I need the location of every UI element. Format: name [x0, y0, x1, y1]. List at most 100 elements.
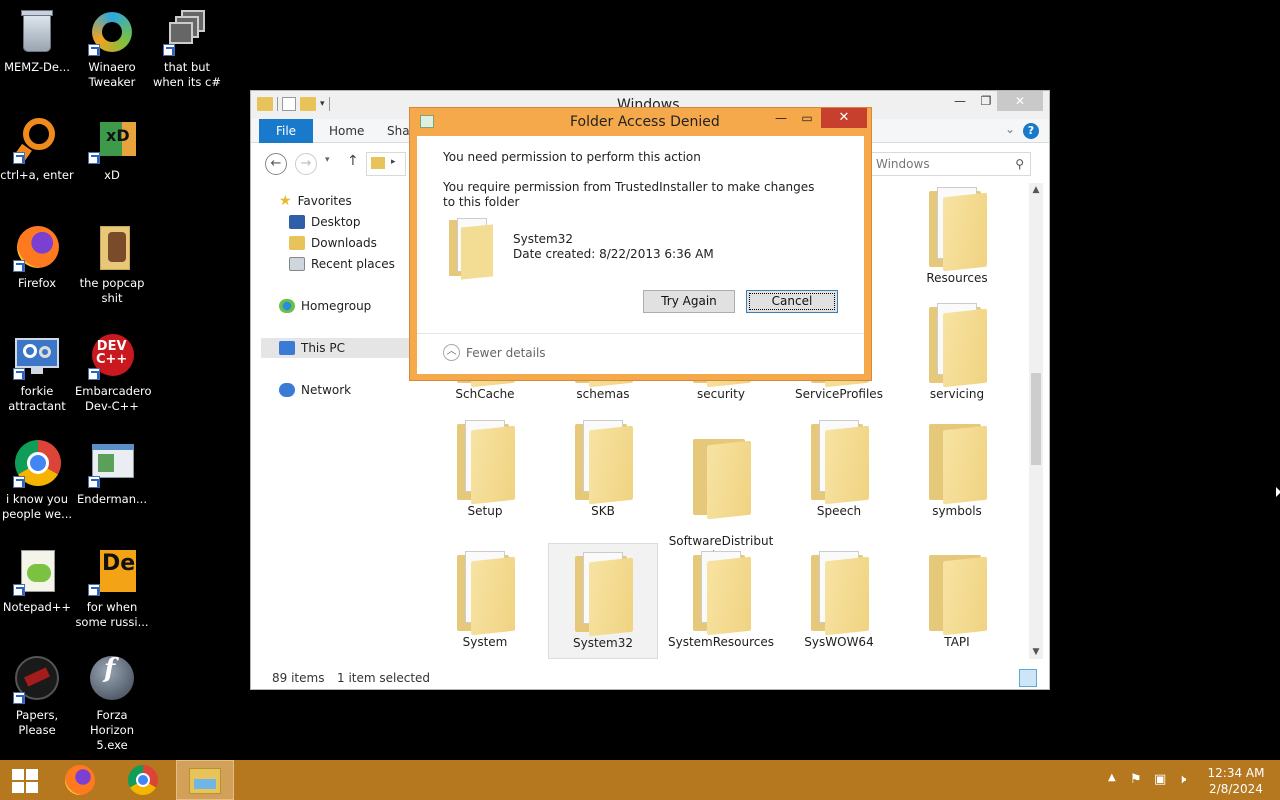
desktop-icon-label: Forza Horizon 5.exe	[90, 708, 134, 752]
cancel-button[interactable]: Cancel	[746, 290, 838, 313]
folder-item[interactable]: Setup	[430, 416, 540, 519]
taskbar-chrome[interactable]	[114, 760, 172, 800]
desktop-icon-chrome[interactable]: i know you people we...	[0, 440, 74, 522]
recent-locations-icon[interactable]: ▾	[325, 155, 330, 165]
desktop-icon-forza[interactable]: f Forza Horizon 5.exe	[75, 656, 149, 753]
desktop-icon-memz[interactable]: MEMZ-De...	[0, 8, 74, 75]
desktop-icon-devcpp[interactable]: DEV C++ Embarcadero Dev-C++	[75, 332, 152, 414]
desktop-icon-papers-please[interactable]: Papers, Please	[0, 656, 74, 738]
nav-desktop[interactable]: Desktop	[289, 212, 361, 232]
customize-toolbar-icon[interactable]: ▾	[320, 99, 325, 109]
selection-count: 1 item selected	[337, 671, 431, 685]
scroll-down-icon[interactable]: ▼	[1029, 647, 1043, 657]
folder-item[interactable]: SysWOW64	[784, 547, 894, 650]
desktop-icon-label: Embarcadero Dev-C++	[75, 384, 152, 413]
folder-item[interactable]: SystemResources	[666, 547, 776, 650]
folder-label: Setup	[467, 504, 503, 518]
desktop-icon-de[interactable]: De for when some russi...	[75, 548, 149, 630]
breadcrumb-arrow-icon[interactable]: ▸	[391, 157, 396, 167]
clock-time: 12:34 AM	[1207, 766, 1265, 780]
dialog-close-button[interactable]: ✕	[821, 108, 867, 128]
dialog-titlebar[interactable]: Folder Access Denied — ▭ ✕	[410, 108, 871, 136]
folder-access-denied-dialog[interactable]: Folder Access Denied — ▭ ✕ You need perm…	[409, 107, 872, 381]
system-clock[interactable]: 12:34 AM 2/8/2024	[1204, 765, 1268, 797]
up-button[interactable]: ↑	[347, 153, 359, 169]
status-bar: 89 items 1 item selected	[251, 667, 1049, 689]
desktop-icon-ctrl-a[interactable]: ctrl+a, enter	[0, 116, 74, 183]
address-box[interactable]: ▸	[366, 152, 406, 176]
shortcut-arrow-icon	[88, 584, 100, 596]
nav-downloads[interactable]: Downloads	[289, 233, 377, 253]
mouse-cursor-icon	[1276, 487, 1280, 497]
back-button[interactable]: ←	[265, 153, 287, 175]
try-again-button[interactable]: Try Again	[643, 290, 735, 313]
desktop-icon-firefox[interactable]: Firefox	[0, 224, 74, 291]
search-icon[interactable]: ⚲	[1015, 153, 1024, 175]
volume-muted-icon[interactable]: 🕨	[1178, 772, 1186, 800]
close-button[interactable]: ✕	[997, 91, 1043, 111]
folder-label: System	[462, 635, 508, 649]
help-icon[interactable]: ?	[1023, 123, 1039, 139]
clock-date: 2/8/2024	[1209, 782, 1263, 796]
desktop-icon-winaero[interactable]: Winaero Tweaker	[75, 8, 149, 90]
folder-label: SKB	[591, 504, 615, 518]
quick-access-toolbar: ▾	[257, 97, 330, 111]
desktop-icon-label: Papers, Please	[15, 708, 59, 737]
nav-recent-places[interactable]: Recent places	[289, 254, 395, 274]
taskbar-file-explorer[interactable]	[176, 760, 234, 800]
scrollbar-thumb[interactable]	[1031, 373, 1041, 465]
desktop-icon-enderman[interactable]: Enderman...	[75, 440, 149, 507]
desktop-icon-that-but[interactable]: that but when its c#	[150, 8, 224, 90]
taskbar-firefox[interactable]	[52, 760, 110, 800]
nav-favorites[interactable]: ★ Favorites	[279, 191, 352, 211]
action-center-flag-icon[interactable]: ⚑	[1130, 772, 1142, 800]
details-view-icon[interactable]	[995, 669, 1013, 687]
large-icons-view-icon[interactable]	[1019, 669, 1037, 687]
forward-button[interactable]: →	[295, 153, 317, 175]
tab-home[interactable]: Home	[315, 119, 378, 143]
search-input[interactable]: Windows ⚲	[871, 152, 1031, 176]
desktop-icon-forkie[interactable]: forkie attractant	[0, 332, 74, 414]
nav-this-pc[interactable]: This PC	[261, 338, 411, 358]
desktop-icon-notepadpp[interactable]: Notepad++	[0, 548, 74, 615]
downloads-icon	[289, 236, 305, 250]
network-icon[interactable]: ▣	[1154, 772, 1166, 800]
folder-icon	[807, 416, 871, 505]
folder-icon	[571, 548, 635, 637]
recycle-bin-icon	[13, 8, 61, 56]
folder-item[interactable]: servicing	[902, 299, 1012, 402]
monitor-gears-icon	[13, 332, 61, 380]
folder-item[interactable]: Speech	[784, 416, 894, 519]
shortcut-arrow-icon	[13, 692, 25, 704]
folder-item[interactable]: symbols	[902, 416, 1012, 519]
new-folder-icon[interactable]	[300, 97, 316, 111]
desktop-icon-label: the popcap shit	[79, 276, 145, 305]
scroll-up-icon[interactable]: ▲	[1029, 185, 1043, 195]
folder-item[interactable]: SKB	[548, 416, 658, 519]
dialog-minimize-button[interactable]: —	[768, 108, 794, 128]
properties-icon[interactable]	[282, 97, 296, 111]
navigation-pane: ★ Favorites Desktop Downloads Recent pla…	[251, 183, 411, 663]
desktop-icon-popcap[interactable]: the popcap shit	[75, 224, 149, 306]
folder-item[interactable]: Resources	[902, 183, 1012, 286]
start-button[interactable]	[0, 760, 50, 800]
dialog-maximize-button[interactable]: ▭	[794, 108, 820, 128]
fewer-details-toggle[interactable]: ︿ Fewer details	[443, 344, 546, 361]
expand-ribbon-icon[interactable]: ⌄	[1005, 122, 1015, 136]
nav-homegroup[interactable]: Homegroup	[279, 296, 371, 316]
folder-label: servicing	[929, 387, 985, 401]
folder-item[interactable]: TAPI	[902, 547, 1012, 650]
winaero-icon	[88, 8, 136, 56]
desktop-icon-xd[interactable]: xD xD	[75, 116, 149, 183]
folder-label: Speech	[816, 504, 862, 518]
show-hidden-icons[interactable]: ▲	[1108, 772, 1116, 800]
folder-item[interactable]: System	[430, 547, 540, 650]
vertical-scrollbar[interactable]: ▲ ▼	[1029, 183, 1043, 659]
folder-item-selected[interactable]: System32	[548, 543, 658, 659]
flash-icon: f	[88, 656, 136, 704]
nav-network[interactable]: Network	[279, 380, 351, 400]
folder-icon	[689, 547, 753, 636]
folder-label: TAPI	[944, 635, 970, 649]
folder-icon	[925, 299, 989, 388]
tab-file[interactable]: File	[259, 119, 313, 143]
